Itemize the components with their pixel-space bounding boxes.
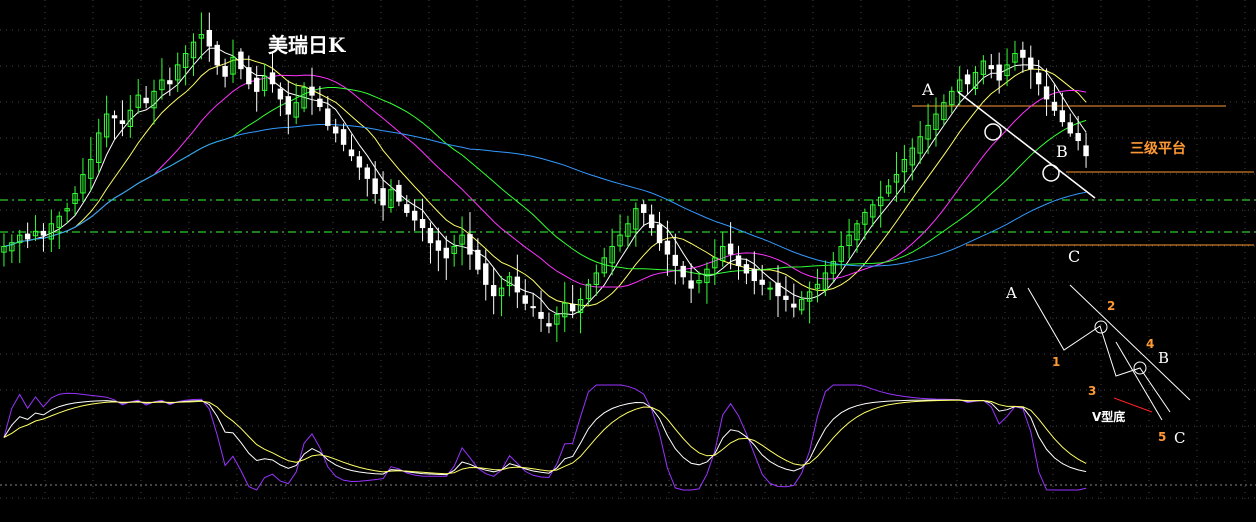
candle-body: [285, 96, 291, 115]
candle-body: [372, 178, 378, 195]
candle-body: [24, 233, 31, 240]
candle-body: [1043, 86, 1050, 100]
candle-body: [206, 30, 213, 47]
schematic-num-1: 1: [1052, 355, 1060, 369]
candle-body: [317, 98, 323, 107]
candle-body: [364, 167, 370, 179]
candle-body: [269, 72, 276, 85]
candle-body: [672, 254, 679, 266]
candle-body: [727, 243, 734, 255]
candle-body: [1035, 72, 1042, 85]
point-a-label: A: [921, 80, 934, 99]
candle-body: [348, 149, 355, 157]
candle-body: [483, 263, 489, 285]
candle-body: [475, 249, 481, 270]
schematic-num-5: 5: [1158, 430, 1166, 444]
schematic-v-label: V型底: [1092, 409, 1125, 424]
candle-body: [648, 214, 655, 229]
candle-body: [435, 240, 442, 251]
candle-body: [246, 67, 252, 85]
schematic-num-3: 3: [1088, 384, 1096, 398]
candle-body: [419, 219, 426, 229]
candle-body: [277, 88, 284, 100]
candle-body: [783, 295, 789, 300]
candle-body: [490, 285, 497, 297]
candle-body: [530, 306, 536, 309]
candle-body: [988, 65, 994, 70]
candle-body: [688, 280, 694, 289]
point-c-label: C: [1068, 247, 1080, 266]
candle-body: [680, 265, 686, 278]
candle-body: [167, 80, 173, 85]
candle-body: [735, 255, 742, 266]
candle-body: [743, 264, 750, 274]
schematic-b-label: B: [1158, 349, 1169, 367]
candle-body: [1059, 110, 1066, 123]
candle-body: [404, 204, 410, 213]
candle-body: [222, 65, 228, 77]
candle-body: [767, 287, 773, 290]
candle-body: [111, 115, 118, 119]
candle-body: [1067, 122, 1073, 134]
candle-body: [1028, 57, 1034, 70]
candlestick-chart: 美瑞日K A B C 三级平台 A B C V型底 1 2 3 4 5: [0, 0, 1256, 522]
candle-body: [143, 97, 149, 104]
chart-title: 美瑞日K: [268, 33, 346, 57]
candle-body: [467, 234, 473, 255]
candle-body: [411, 210, 418, 221]
candle-body: [40, 230, 47, 236]
candle-body: [325, 108, 331, 126]
candle-body: [964, 74, 971, 85]
candle-body: [396, 184, 402, 202]
candle-body: [996, 64, 1002, 81]
candle-body: [522, 295, 528, 304]
candle-body: [254, 77, 260, 92]
candle-body: [380, 188, 386, 206]
candle-body: [119, 120, 126, 125]
candle-body: [538, 311, 544, 319]
candle-body: [546, 323, 552, 327]
candle-body: [1020, 49, 1026, 58]
candle-body: [791, 303, 797, 308]
candle-body: [356, 156, 363, 168]
candle-body: [1051, 101, 1058, 111]
point-b-label: B: [1056, 142, 1068, 161]
candle-body: [427, 227, 434, 244]
candle-body: [340, 129, 347, 145]
candle-body: [443, 247, 449, 259]
candle-body: [514, 276, 521, 293]
candle-body: [1083, 145, 1089, 157]
candle-body: [641, 204, 647, 213]
candle-body: [309, 86, 315, 96]
candle-body: [751, 268, 758, 282]
candle-body: [214, 44, 220, 66]
candle-body: [569, 303, 576, 312]
schematic-num-4: 4: [1146, 337, 1154, 351]
candle-body: [332, 126, 339, 134]
schematic-num-2: 2: [1107, 299, 1115, 313]
candle-body: [775, 282, 781, 297]
schematic-a-label: A: [1005, 284, 1017, 302]
candle-body: [238, 51, 244, 70]
schematic-c-label: C: [1174, 429, 1185, 447]
candle-body: [656, 224, 663, 244]
candle-body: [1075, 133, 1081, 142]
candle-body: [664, 240, 671, 255]
candle-body: [759, 279, 765, 285]
zone-label: 三级平台: [1130, 140, 1186, 157]
